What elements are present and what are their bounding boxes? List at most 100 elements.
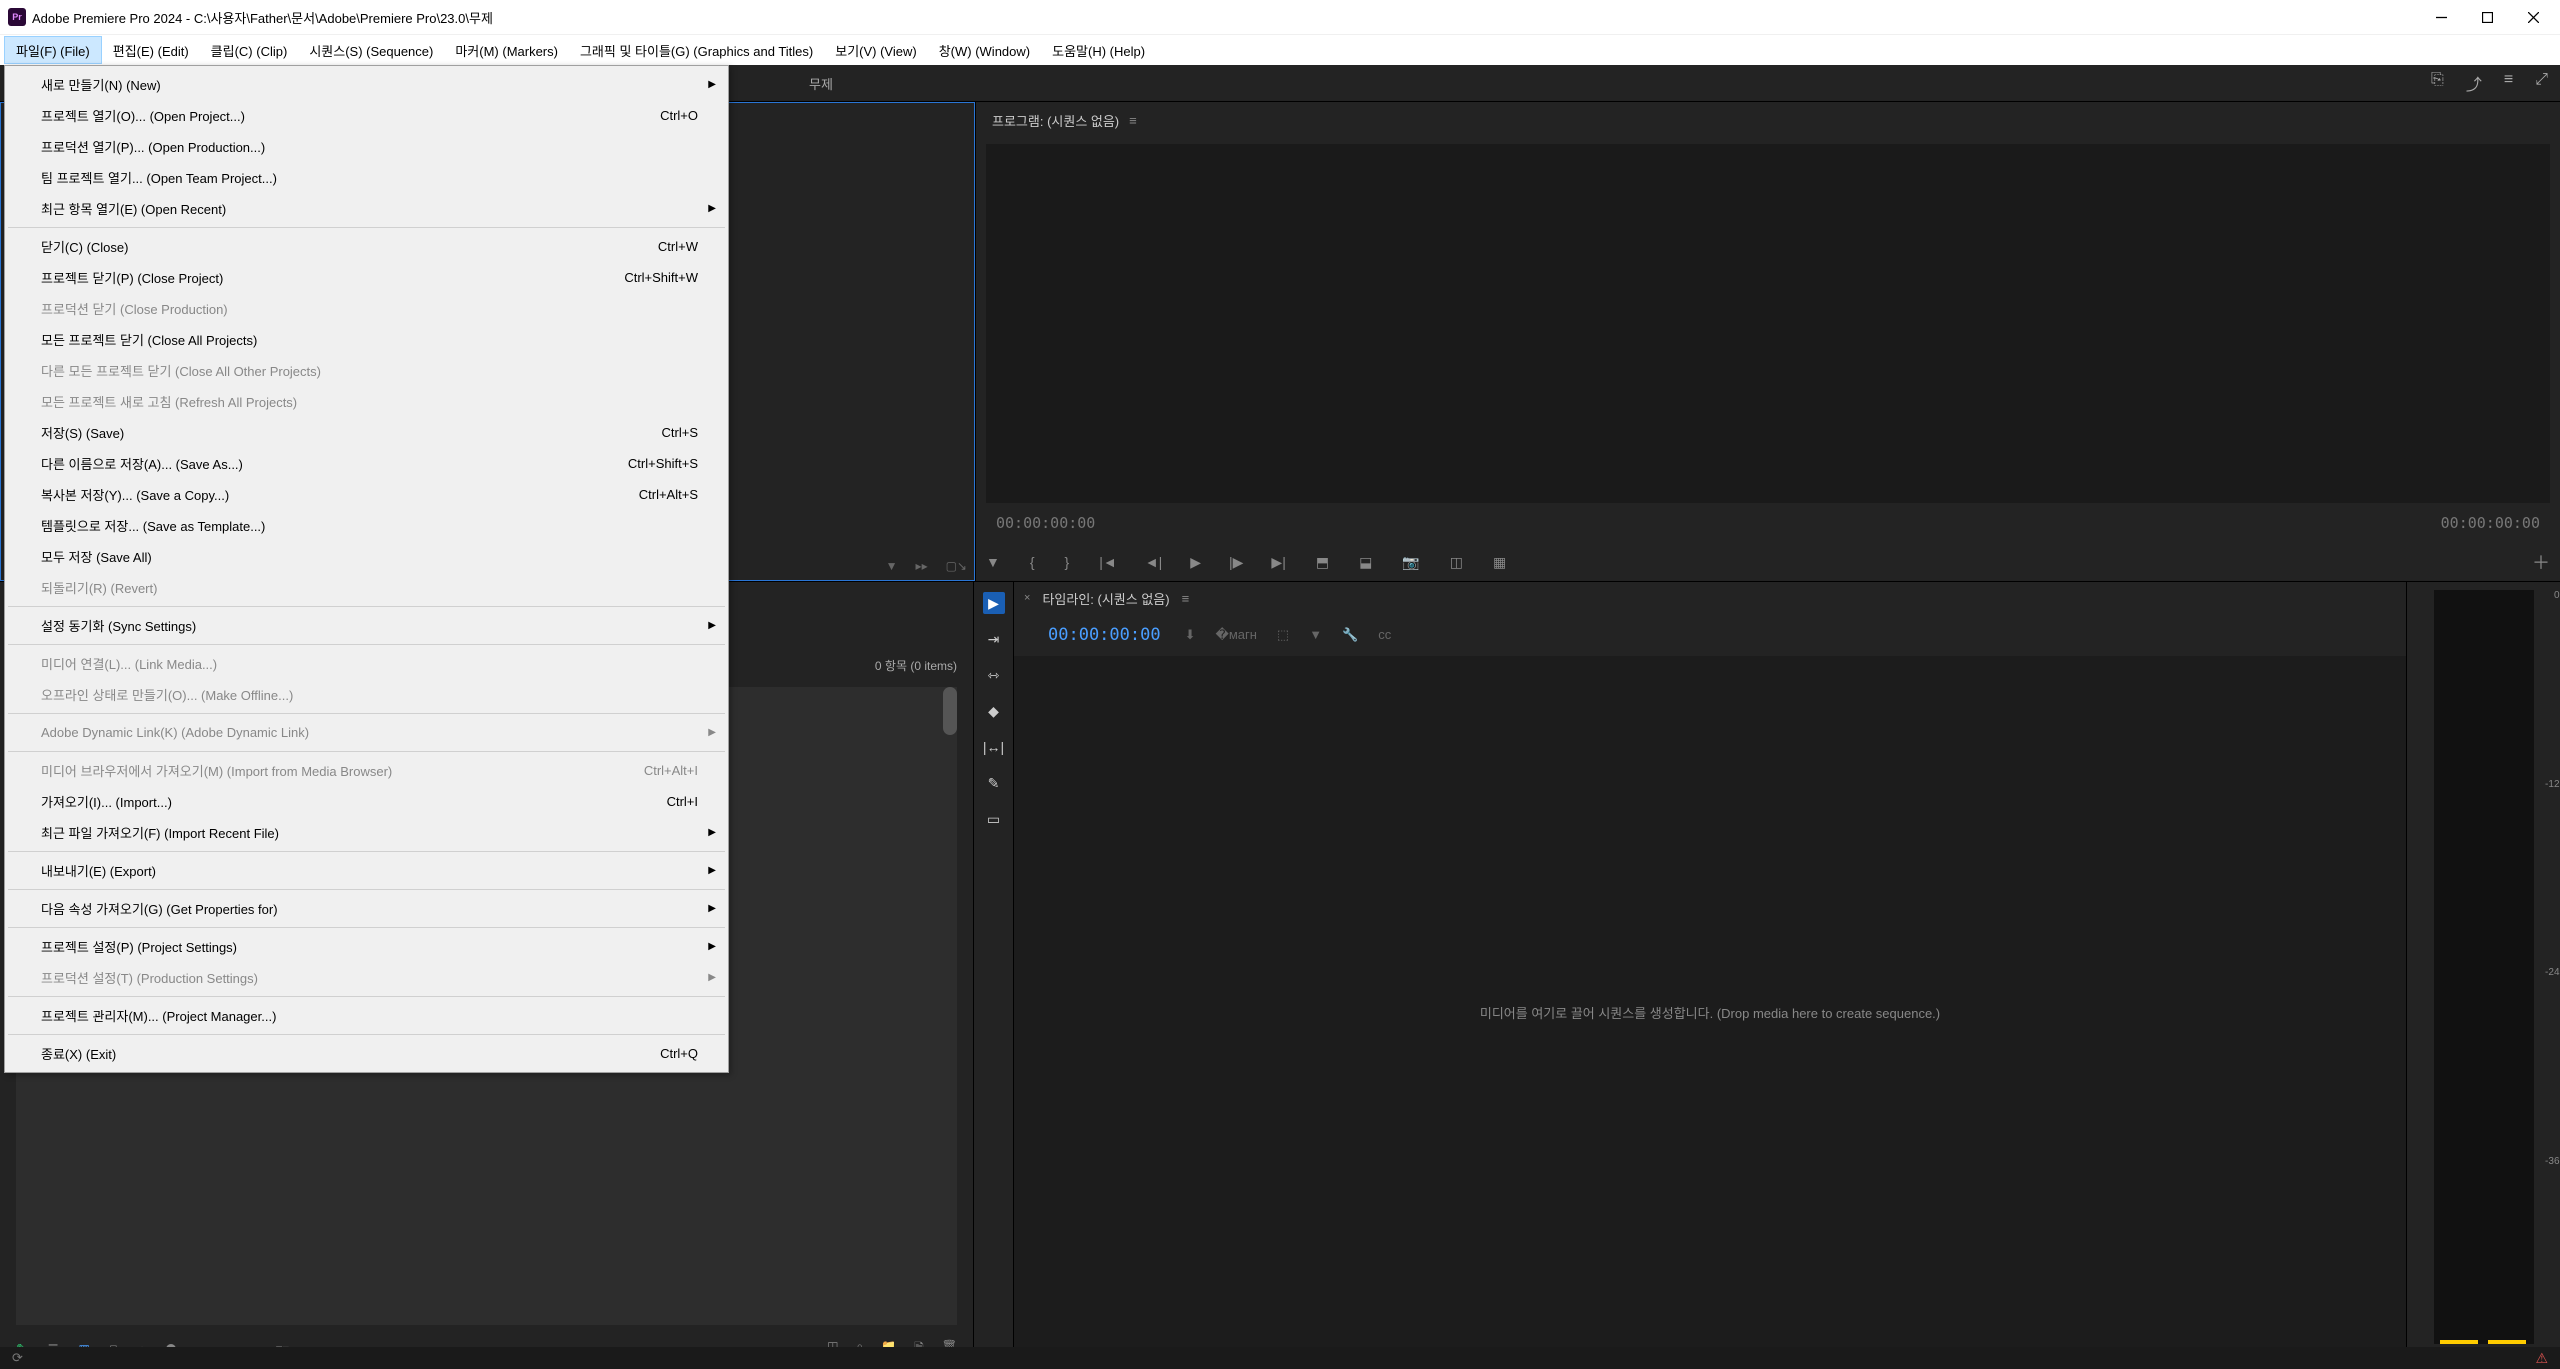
marker-icon[interactable]: ▼ xyxy=(986,554,1000,570)
menu-item[interactable]: 템플릿으로 저장... (Save as Template...) xyxy=(7,510,726,541)
menu-item: 다른 모든 프로젝트 닫기 (Close All Other Projects) xyxy=(7,355,726,386)
camera-icon[interactable]: 📷 xyxy=(1402,554,1419,571)
chevron-right-icon: ▶ xyxy=(708,727,716,738)
menu-bar: 파일(F) (File) 편집(E) (Edit) 클립(C) (Clip) 시… xyxy=(0,34,2560,65)
extract-icon[interactable]: ⬓ xyxy=(1359,554,1372,571)
menu-item[interactable]: 설정 동기화 (Sync Settings)▶ xyxy=(7,610,726,641)
menu-file[interactable]: 파일(F) (File) xyxy=(4,36,102,64)
program-tab-label[interactable]: 프로그램: (시퀀스 없음) xyxy=(992,111,1119,130)
status-bar: ⟳ ⚠ xyxy=(0,1347,2560,1369)
menu-item[interactable]: 가져오기(I)... (Import...)Ctrl+I xyxy=(7,786,726,817)
go-to-out-icon[interactable]: ▶| xyxy=(1271,554,1285,571)
fullscreen-icon[interactable]: ⤢ xyxy=(2535,71,2548,95)
scrollbar[interactable] xyxy=(943,687,957,735)
menu-item[interactable]: 프로젝트 설정(P) (Project Settings)▶ xyxy=(7,931,726,962)
menu-item[interactable]: 프로젝트 관리자(M)... (Project Manager...) xyxy=(7,1000,726,1031)
timeline-tab-label[interactable]: 타임라인: (시퀀스 없음) xyxy=(1042,589,1169,608)
menu-item[interactable]: 닫기(C) (Close)Ctrl+W xyxy=(7,231,726,262)
button-editor-icon[interactable]: ＋ xyxy=(2532,549,2550,575)
menu-item[interactable]: 프로덕션 열기(P)... (Open Production...) xyxy=(7,131,726,162)
play-icon[interactable]: ▶ xyxy=(1190,554,1201,571)
file-menu-dropdown: 새로 만들기(N) (New)▶프로젝트 열기(O)... (Open Proj… xyxy=(4,65,729,1073)
track-select-tool[interactable]: ⇥ xyxy=(983,628,1005,650)
marker-add-icon[interactable]: ▼ xyxy=(1309,627,1322,643)
menu-markers[interactable]: 마커(M) (Markers) xyxy=(444,35,569,65)
menu-sequence[interactable]: 시퀀스(S) (Sequence) xyxy=(298,35,444,65)
meter-tick: -36 xyxy=(2545,1156,2559,1167)
step-forward-icon[interactable]: |▶ xyxy=(1229,554,1243,571)
snap-icon[interactable]: �магн xyxy=(1216,627,1257,643)
chevron-right-icon: ▶ xyxy=(708,972,716,983)
menu-item[interactable]: 팀 프로젝트 열기... (Open Team Project...) xyxy=(7,162,726,193)
timeline-drop-area[interactable]: 미디어를 여기로 끌어 시퀀스를 생성합니다. (Drop media here… xyxy=(1014,656,2406,1369)
caption-icon[interactable]: cc xyxy=(1378,627,1391,643)
step-back-icon[interactable]: ◄| xyxy=(1145,554,1163,571)
item-count: 0 항목 (0 items) xyxy=(875,657,957,674)
compare-icon[interactable]: ◫ xyxy=(1450,554,1463,571)
program-timecode-left[interactable]: 00:00:00:00 xyxy=(996,514,1095,532)
close-icon[interactable]: × xyxy=(1024,592,1030,604)
menu-item[interactable]: 프로젝트 열기(O)... (Open Project...)Ctrl+O xyxy=(7,100,726,131)
menu-window[interactable]: 창(W) (Window) xyxy=(928,35,1041,65)
insert-icon[interactable]: ▸▸ xyxy=(916,559,928,573)
program-panel: 프로그램: (시퀀스 없음) ≡ 00:00:00:00 00:00:00:00… xyxy=(976,102,2560,581)
linked-selection-icon[interactable]: ⬚ xyxy=(1277,627,1289,643)
menu-item[interactable]: 최근 항목 열기(E) (Open Recent)▶ xyxy=(7,193,726,224)
app-icon: Pr xyxy=(8,8,26,26)
go-to-in-icon[interactable]: |◄ xyxy=(1099,554,1117,571)
panel-menu-icon[interactable]: ≡ xyxy=(1129,113,1137,128)
sync-icon[interactable]: ⟳ xyxy=(12,1350,23,1366)
warning-icon[interactable]: ⚠ xyxy=(2535,1350,2548,1367)
overwrite-icon[interactable]: ▢↘ xyxy=(946,559,967,573)
close-button[interactable] xyxy=(2510,0,2556,34)
panel-menu-icon[interactable]: ≡ xyxy=(2504,71,2513,95)
menu-clip[interactable]: 클립(C) (Clip) xyxy=(200,35,299,65)
menu-view[interactable]: 보기(V) (View) xyxy=(824,35,927,65)
selection-tool[interactable]: ▶ xyxy=(983,592,1005,614)
menu-item: 모든 프로젝트 새로 고침 (Refresh All Projects) xyxy=(7,386,726,417)
safe-margins-icon[interactable]: ▦ xyxy=(1493,554,1506,571)
menu-item[interactable]: 다음 속성 가져오기(G) (Get Properties for)▶ xyxy=(7,893,726,924)
minimize-button[interactable] xyxy=(2418,0,2464,34)
menu-graphics[interactable]: 그래픽 및 타이틀(G) (Graphics and Titles) xyxy=(569,35,824,65)
menu-item[interactable]: 프로젝트 닫기(P) (Close Project)Ctrl+Shift+W xyxy=(7,262,726,293)
insert-mode-icon[interactable]: ⬇ xyxy=(1185,627,1196,643)
menu-item[interactable]: 모든 프로젝트 닫기 (Close All Projects) xyxy=(7,324,726,355)
slip-tool[interactable]: |↔| xyxy=(983,736,1005,758)
menu-item[interactable]: 다른 이름으로 저장(A)... (Save As...)Ctrl+Shift+… xyxy=(7,448,726,479)
timeline-timecode[interactable]: 00:00:00:00 xyxy=(1048,625,1161,645)
in-point-icon[interactable]: { xyxy=(1030,554,1035,570)
razor-tool[interactable]: ◆ xyxy=(983,700,1005,722)
menu-item: 미디어 연결(L)... (Link Media...) xyxy=(7,648,726,679)
menu-item[interactable]: 내보내기(E) (Export)▶ xyxy=(7,855,726,886)
menu-item: 오프라인 상태로 만들기(O)... (Make Offline...) xyxy=(7,679,726,710)
hand-tool[interactable]: ▭ xyxy=(983,808,1005,830)
menu-item[interactable]: 최근 파일 가져오기(F) (Import Recent File)▶ xyxy=(7,817,726,848)
menu-item[interactable]: 모두 저장 (Save All) xyxy=(7,541,726,572)
menu-item[interactable]: 복사본 저장(Y)... (Save a Copy...)Ctrl+Alt+S xyxy=(7,479,726,510)
transport-controls: ▼ { } |◄ ◄| ▶ |▶ ▶| ⬒ ⬓ 📷 ◫ ▦ ＋ xyxy=(976,543,2560,581)
meter-tick: -12 xyxy=(2545,779,2559,790)
pen-tool[interactable]: ✎ xyxy=(983,772,1005,794)
filter-icon[interactable]: ▼ xyxy=(886,559,898,573)
menu-item[interactable]: 저장(S) (Save)Ctrl+S xyxy=(7,417,726,448)
menu-item[interactable]: 새로 만들기(N) (New)▶ xyxy=(7,69,726,100)
menu-help[interactable]: 도움말(H) (Help) xyxy=(1041,35,1156,65)
chevron-right-icon: ▶ xyxy=(708,79,716,90)
meter-tick: 0 xyxy=(2554,590,2560,601)
menu-item[interactable]: 종료(X) (Exit)Ctrl+Q xyxy=(7,1038,726,1069)
share-icon[interactable]: ⤴ xyxy=(2466,71,2482,95)
ripple-edit-tool[interactable]: ⇿ xyxy=(983,664,1005,686)
menu-edit[interactable]: 편집(E) (Edit) xyxy=(102,35,200,65)
program-monitor xyxy=(986,144,2550,503)
audio-meters: 0 -12 -24 -36 dB xyxy=(2406,582,2560,1369)
maximize-button[interactable] xyxy=(2464,0,2510,34)
out-point-icon[interactable]: } xyxy=(1065,554,1070,570)
settings-icon[interactable]: 🔧 xyxy=(1342,627,1358,643)
quick-export-icon[interactable]: ⎘ xyxy=(2431,71,2444,95)
panel-menu-icon[interactable]: ≡ xyxy=(1182,591,1190,606)
title-bar: Pr Adobe Premiere Pro 2024 - C:\사용자\Fath… xyxy=(0,0,2560,34)
lift-icon[interactable]: ⬒ xyxy=(1316,554,1329,571)
menu-item: 프로덕션 설정(T) (Production Settings)▶ xyxy=(7,962,726,993)
workspace-tab-untitled[interactable]: 무제 xyxy=(789,74,853,93)
